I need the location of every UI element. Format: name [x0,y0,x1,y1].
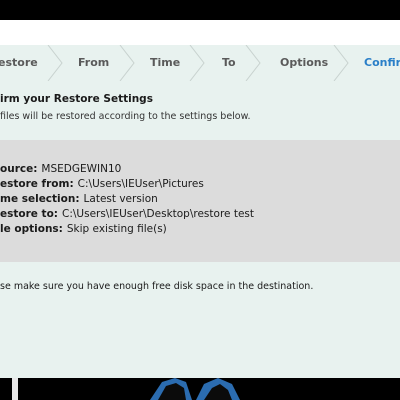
disk-space-note: se make sure you have enough free disk s… [0,281,314,292]
background-image-strip [0,378,400,400]
step-label: Confirm [364,56,400,69]
setting-key: le options: [0,223,63,235]
setting-key: estore from: [0,178,74,190]
step-options[interactable]: Options [258,45,349,81]
setting-file-options: le options: Skip existing file(s) [0,223,167,235]
setting-restore-to: estore to: C:\Users\IEUser\Desktop\restor… [0,208,254,220]
window-title-area [0,20,400,45]
step-from[interactable]: From [60,45,135,81]
setting-value: MSEDGEWIN10 [41,163,122,175]
setting-value: C:\Users\IEUser\Desktop\restore test [62,208,254,220]
step-restore[interactable]: estore [0,45,63,81]
setting-value: Latest version [83,193,158,205]
setting-time-selection: me selection: Latest version [0,193,158,205]
confirm-heading: irm your Restore Settings [0,93,153,105]
step-label: To [222,56,236,69]
window-top-bar [0,0,400,20]
restore-wizard: estore From Time To Options Confir irm y… [0,45,400,378]
step-time[interactable]: Time [132,45,205,81]
confirm-subheading: files will be restored according to the … [0,111,251,122]
step-label: Time [150,56,181,69]
step-confirm[interactable]: Confirm [346,45,400,81]
setting-key: estore to: [0,208,58,220]
step-label: Options [280,56,329,69]
step-to[interactable]: To [202,45,261,81]
restore-settings-panel: ource: MSEDGEWIN10 estore from: C:\Users\I… [0,140,400,262]
setting-value: Skip existing file(s) [66,223,167,235]
setting-key: me selection: [0,193,80,205]
wizard-steps-breadcrumb: estore From Time To Options Confir [0,45,400,81]
setting-key: ource: [0,163,38,175]
step-label: estore [0,56,38,69]
setting-source: ource: MSEDGEWIN10 [0,163,121,175]
setting-value: C:\Users\IEUser\Pictures [77,178,204,190]
setting-restore-from: estore from: C:\Users\IEUser\Pictures [0,178,204,190]
step-label: From [78,56,110,69]
